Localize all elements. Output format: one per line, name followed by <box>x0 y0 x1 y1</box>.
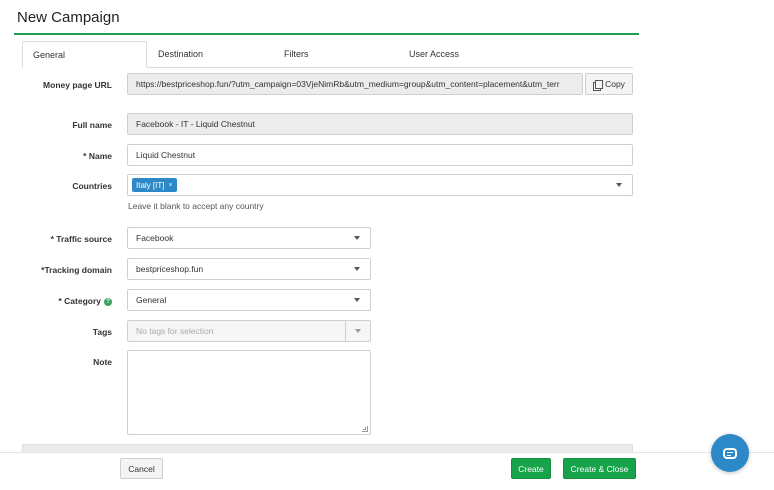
traffic-source-label: * Traffic source <box>50 234 112 244</box>
tab-user-access[interactable]: User Access <box>409 41 529 68</box>
create-and-close-button[interactable]: Create & Close <box>563 458 636 479</box>
tab-destination[interactable]: Destination <box>158 41 258 68</box>
category-value: General <box>136 295 167 305</box>
note-textarea[interactable] <box>127 350 371 435</box>
category-select[interactable]: General <box>127 289 371 311</box>
chat-icon <box>723 447 737 459</box>
chevron-down-icon <box>355 329 361 333</box>
traffic-source-select[interactable]: Facebook <box>127 227 371 249</box>
tags-select: No tags for selection <box>127 320 371 342</box>
tracking-domain-value: bestpriceshop.fun <box>136 264 204 274</box>
tags-label: Tags <box>92 327 112 337</box>
category-label-row: * Category? <box>0 296 112 306</box>
traffic-source-value: Facebook <box>136 233 174 243</box>
copy-button[interactable]: Copy <box>585 73 633 95</box>
chevron-down-icon[interactable] <box>616 183 622 187</box>
chat-button[interactable] <box>711 434 749 472</box>
footer-divider <box>0 452 774 453</box>
name-value: Liquid Chestnut <box>136 150 196 160</box>
money-page-url-field[interactable]: https://bestpriceshop.fun/?utm_campaign=… <box>127 73 583 95</box>
help-icon[interactable]: ? <box>104 297 112 306</box>
country-chip-label: Italy [IT] <box>136 180 165 190</box>
full-name-label: Full name <box>72 120 112 130</box>
category-label: * Category <box>58 296 101 306</box>
full-name-field: Facebook - IT - Liquid Chestnut <box>127 113 633 135</box>
country-chip: Italy [IT] × <box>132 178 177 192</box>
resize-handle-icon[interactable] <box>362 426 368 432</box>
countries-label: Countries <box>72 181 112 191</box>
tab-filters[interactable]: Filters <box>284 41 364 68</box>
copy-button-label: Copy <box>605 79 625 89</box>
countries-select[interactable]: Italy [IT] × <box>127 174 633 196</box>
collapsed-panel <box>22 444 633 452</box>
full-name-value: Facebook - IT - Liquid Chestnut <box>136 119 255 129</box>
note-label: Note <box>93 357 112 367</box>
chevron-down-icon[interactable] <box>354 236 360 240</box>
remove-chip-icon[interactable]: × <box>168 182 172 189</box>
money-page-url-value: https://bestpriceshop.fun/?utm_campaign=… <box>136 79 560 89</box>
copy-icon <box>593 79 604 91</box>
create-button[interactable]: Create <box>511 458 551 479</box>
name-input[interactable]: Liquid Chestnut <box>127 144 633 166</box>
tags-dropdown-toggle <box>345 321 370 341</box>
name-label: * Name <box>83 151 112 161</box>
tab-general[interactable]: General <box>22 41 147 68</box>
money-page-url-label: Money page URL <box>43 80 112 90</box>
cancel-button[interactable]: Cancel <box>120 458 163 479</box>
chevron-down-icon[interactable] <box>354 298 360 302</box>
tags-placeholder: No tags for selection <box>136 326 214 336</box>
tracking-domain-select[interactable]: bestpriceshop.fun <box>127 258 371 280</box>
tab-bar: General Destination Filters User Access <box>22 41 633 68</box>
chevron-down-icon[interactable] <box>354 267 360 271</box>
title-divider <box>14 33 639 35</box>
tracking-domain-label: *Tracking domain <box>41 265 112 275</box>
page-title: New Campaign <box>17 9 120 26</box>
countries-hint: Leave it blank to accept any country <box>128 201 264 211</box>
